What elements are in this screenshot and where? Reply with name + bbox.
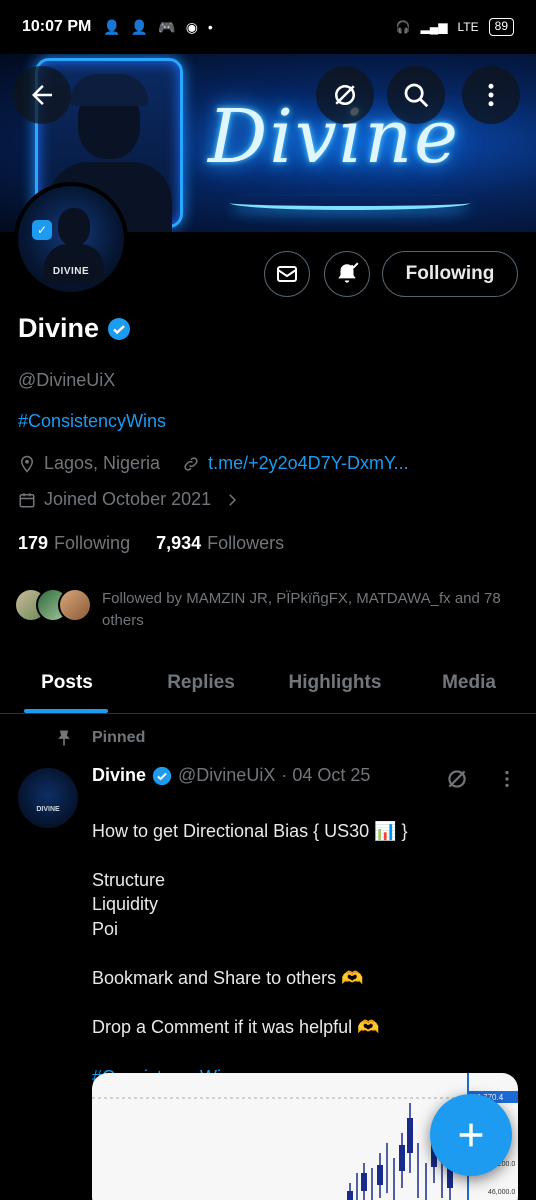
more-vertical-icon — [488, 83, 494, 107]
verified-badge-icon — [152, 766, 172, 785]
chevron-right-icon — [229, 493, 237, 506]
followers-count: 7,934 — [156, 533, 202, 553]
following-label: Following — [54, 533, 131, 553]
tab-posts[interactable]: Posts — [0, 652, 134, 713]
grok-button[interactable] — [316, 66, 374, 124]
post-author-handle: @DivineUiX — [178, 765, 276, 785]
post-header: Divine @DivineUiX · 04 Oct 25 — [92, 765, 370, 786]
gamepad-icon: 🎮 — [158, 18, 176, 35]
banner-swoosh — [230, 196, 470, 210]
avatar-silhouette — [44, 244, 104, 284]
person-add-icon: 👤 — [103, 18, 121, 35]
profile-avatar[interactable]: ✓ DIVINE — [14, 182, 128, 296]
post-author-name[interactable]: Divine — [92, 765, 146, 786]
grok-icon — [335, 85, 355, 105]
followed-by-row[interactable]: Followed by MAMZIN JR, PÏPkïñgFX, MATDAW… — [14, 588, 532, 632]
notification-icons: 👤 👤 🎮 ◉ • — [103, 19, 212, 36]
calendar-icon — [19, 492, 35, 507]
post-more-button[interactable] — [496, 768, 518, 795]
joined-row[interactable]: Joined October 2021 — [18, 489, 241, 510]
post-body: How to get Directional Bias { US30 📊 } S… — [92, 794, 512, 1089]
profile-handle: @DivineUiX — [18, 370, 116, 390]
back-button[interactable] — [13, 66, 71, 124]
post-grok-button[interactable] — [444, 766, 470, 797]
location-pin-icon — [20, 455, 34, 473]
bio-hashtag[interactable]: #ConsistencyWins — [18, 411, 166, 432]
battery-level: 89 — [488, 18, 514, 36]
mail-icon — [277, 266, 297, 282]
pinned-indicator: Pinned — [54, 728, 145, 748]
followed-by-text: Followed by MAMZIN JR, PÏPkïñgFX, MATDAW… — [102, 590, 501, 629]
profile-name: Divine — [18, 313, 131, 344]
headphones-icon: 🎧 — [395, 20, 411, 34]
post-date: · 04 Oct 25 — [281, 765, 371, 785]
following-button[interactable]: Following — [382, 251, 518, 297]
message-button[interactable] — [264, 251, 310, 297]
status-bar: 10:07 PM 👤 👤 🎮 ◉ • 🎧 ▂▄▆ LTE 89 — [0, 0, 536, 54]
compose-post-button[interactable] — [430, 1094, 512, 1176]
notifications-button[interactable] — [324, 251, 370, 297]
plus-icon — [459, 1123, 483, 1147]
person-add-icon: 👤 — [130, 18, 149, 35]
network-type: LTE — [457, 20, 479, 34]
tab-replies[interactable]: Replies — [134, 652, 268, 713]
following-stat[interactable]: 179 Following — [18, 533, 130, 554]
verified-badge-icon — [108, 317, 131, 340]
profile-tabs: Posts Replies Highlights Media — [0, 652, 536, 714]
display-name: Divine — [18, 313, 100, 343]
bell-check-icon — [338, 262, 359, 283]
follow-stats: 179 Following 7,934 Followers — [18, 533, 284, 554]
banner-silhouette-cap — [70, 74, 148, 106]
followers-stat[interactable]: 7,934 Followers — [156, 533, 284, 554]
link-icon — [184, 456, 198, 471]
search-button[interactable] — [387, 66, 445, 124]
joined-text: Joined October 2021 — [44, 489, 212, 509]
followers-label: Followers — [207, 533, 285, 553]
avatar-check-icon: ✓ — [32, 220, 52, 240]
grok-icon — [448, 770, 466, 788]
discord-icon: ◉ — [185, 18, 198, 35]
dot-icon: • — [207, 19, 213, 35]
back-arrow-icon — [32, 85, 52, 105]
tab-highlights[interactable]: Highlights — [268, 652, 402, 713]
chart-price-label: 46,000.0 — [488, 1189, 515, 1196]
status-time: 10:07 PM — [22, 18, 92, 35]
location-link-row: Lagos, Nigeria t.me/+2y2o4D7Y-DxmY... — [18, 453, 409, 474]
post-avatar[interactable]: DIVINE — [18, 768, 78, 828]
signal-icon: ▂▄▆ — [420, 20, 448, 34]
pinned-label: Pinned — [92, 729, 146, 746]
following-count: 179 — [18, 533, 49, 553]
tab-media[interactable]: Media — [402, 652, 536, 713]
post-text: How to get Directional Bias { US30 📊 } S… — [92, 820, 408, 1038]
follower-avatar — [58, 588, 92, 622]
profile-link[interactable]: t.me/+2y2o4D7Y-DxmY... — [208, 453, 409, 474]
post-avatar-label: DIVINE — [36, 806, 60, 813]
search-icon — [404, 83, 429, 108]
location-text: Lagos, Nigeria — [44, 453, 161, 473]
more-vertical-icon — [505, 770, 509, 788]
more-options-button[interactable] — [462, 66, 520, 124]
avatar-label: DIVINE — [52, 266, 90, 277]
pin-icon — [58, 730, 70, 746]
avatar-silhouette-head — [58, 208, 90, 246]
